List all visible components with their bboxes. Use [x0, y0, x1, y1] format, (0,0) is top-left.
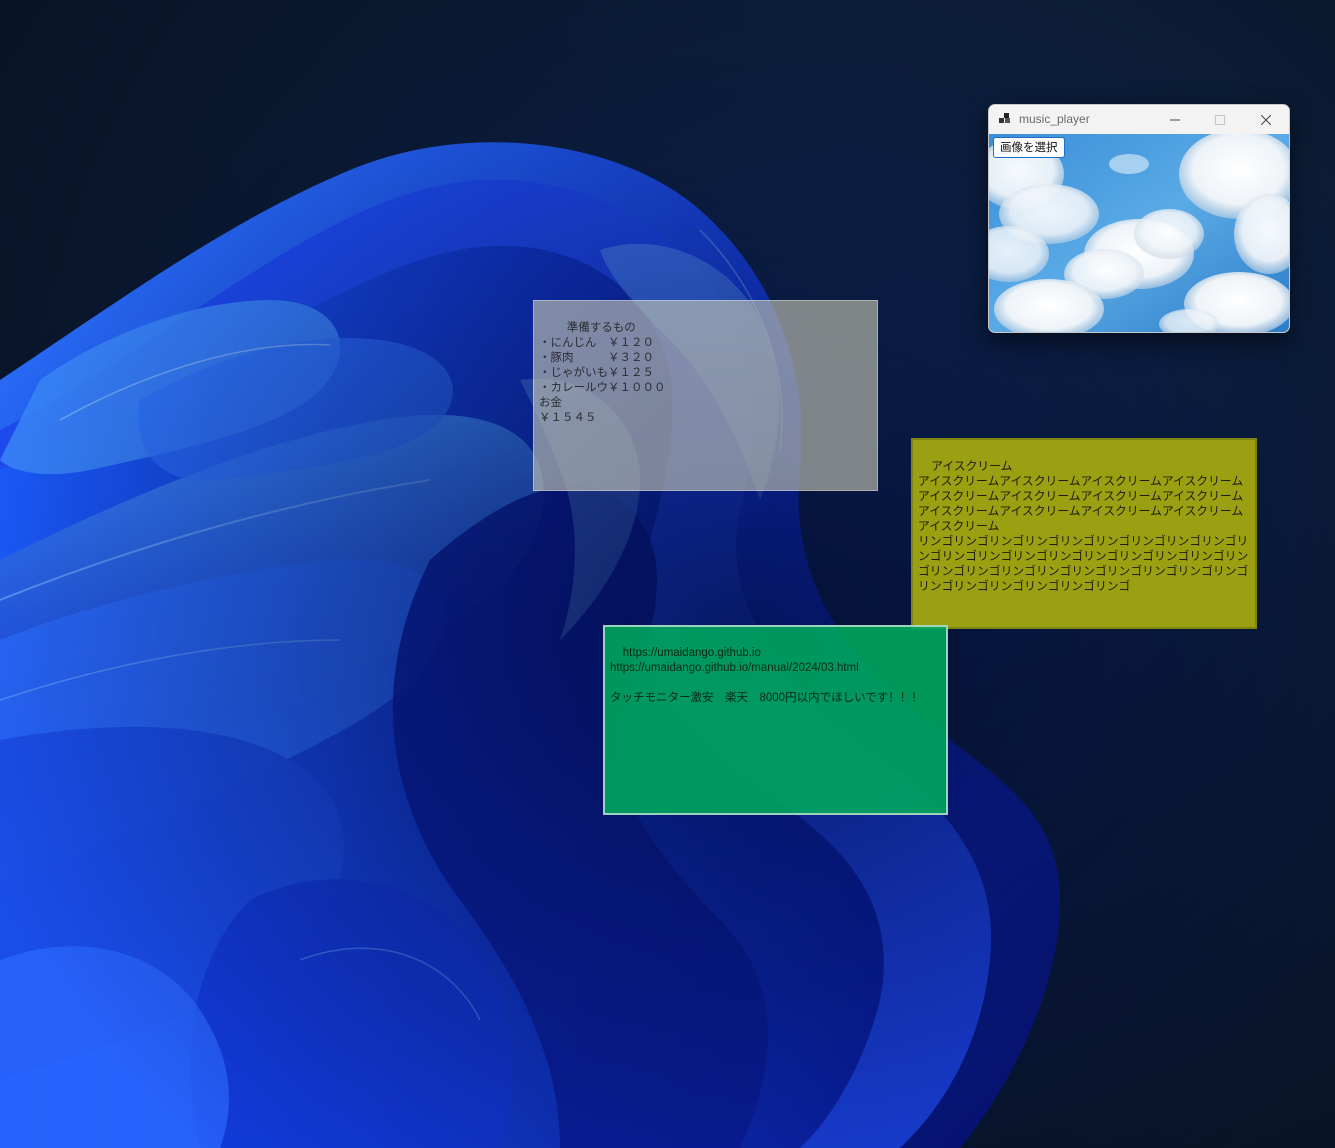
minimize-icon	[1170, 119, 1180, 120]
sky-image	[989, 134, 1289, 332]
links-text[interactable]: https://umaidango.github.io https://umai…	[610, 647, 923, 704]
close-icon	[1261, 114, 1271, 125]
select-image-button[interactable]: 画像を選択	[993, 137, 1065, 158]
minimize-button[interactable]	[1152, 105, 1198, 134]
close-button[interactable]	[1243, 105, 1289, 134]
maximize-button[interactable]	[1197, 105, 1243, 134]
app-icon	[999, 113, 1010, 123]
memo-text[interactable]: 準備するもの ・にんじん ￥１２０ ・豚肉 ￥３２０ ・じゃがいも￥１２５ ・カ…	[539, 320, 666, 424]
sticky-note-links[interactable]: https://umaidango.github.io https://umai…	[603, 625, 948, 815]
window-title: music_player	[1019, 112, 1090, 126]
title-bar[interactable]: music_player	[989, 105, 1289, 134]
sticky-note-icecream[interactable]: アイスクリーム アイスクリームアイスクリームアイスクリームアイスクリームアイスク…	[911, 438, 1257, 629]
maximize-icon	[1215, 114, 1225, 125]
desktop: 準備するもの ・にんじん ￥１２０ ・豚肉 ￥３２０ ・じゃがいも￥１２５ ・カ…	[0, 0, 1335, 1148]
sticky-note-memo[interactable]: 準備するもの ・にんじん ￥１２０ ・豚肉 ￥３２０ ・じゃがいも￥１２５ ・カ…	[533, 300, 878, 491]
icecream-text[interactable]: アイスクリーム アイスクリームアイスクリームアイスクリームアイスクリームアイスク…	[918, 459, 1248, 593]
player-content: 画像を選択	[989, 134, 1289, 332]
music-player-window[interactable]: music_player 画像を選択	[988, 104, 1290, 333]
